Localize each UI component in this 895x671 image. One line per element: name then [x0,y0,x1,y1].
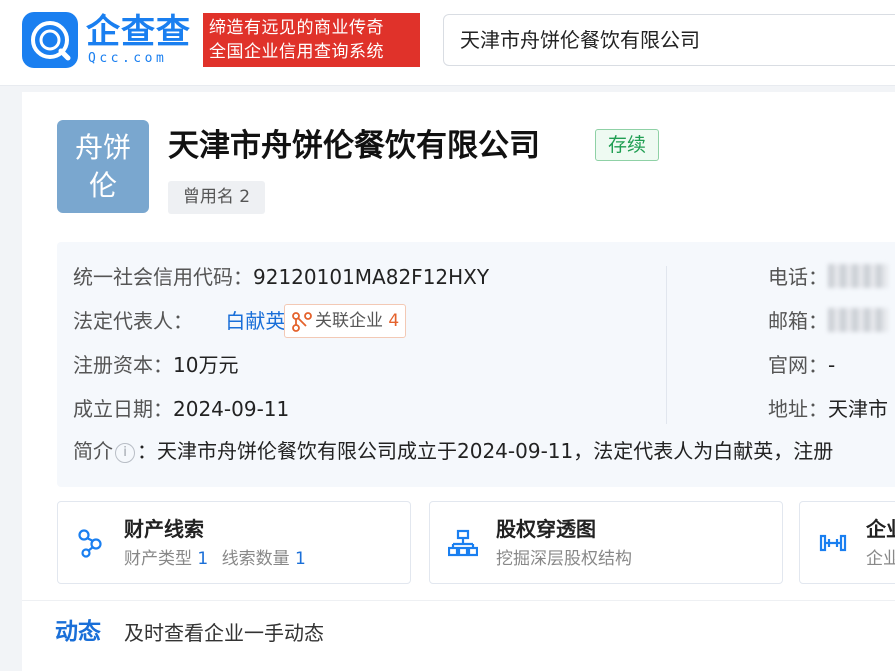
feature-subtitle: 财产类型 1 线索数量 1 [124,547,306,571]
property-type-label: 财产类型 [124,549,192,569]
former-names-button[interactable]: 曾用名 2 [168,181,265,214]
company-avatar: 舟饼 伦 [57,120,149,213]
intro-text: ：天津市舟饼伦餐饮有限公司成立于2024-09-11，法定代表人为白献英，注册 [137,439,834,463]
company-name: 天津市舟饼伦餐饮有限公司 [168,128,540,164]
intro-label: 简介 [73,439,113,463]
logo-domain: Qcc.com [88,51,168,66]
website-row: 官网：- [768,351,835,379]
founded-label: 成立日期： [73,397,173,421]
feature-subtitle: 企业 [866,549,895,569]
credit-code-row: 统一社会信用代码：92120101MA82F12HXY [73,263,489,291]
status-badge: 存续 [595,129,659,161]
slogan-line-1: 缔造有远见的商业传奇 [209,18,384,38]
email-value-blurred [828,308,888,332]
email-label: 邮箱： [768,309,828,333]
phone-label: 电话： [768,265,828,289]
info-divider [666,266,667,424]
founded-row: 成立日期：2024-09-11 [73,395,289,423]
feature-subtitle: 挖掘深层股权结构 [496,549,632,569]
property-type-count: 1 [197,549,209,569]
related-companies-button[interactable]: 关联企业 4 [284,304,407,338]
related-companies-label: 关联企业 [315,311,383,331]
avatar-line-2: 伦 [88,169,117,202]
phone-value-blurred [828,264,888,288]
capital-label: 注册资本： [73,353,173,377]
founded-value: 2024-09-11 [173,397,290,421]
dynamics-title[interactable]: 动态 [55,617,101,647]
feature-title: 企业 [866,517,895,541]
legal-rep-row: 法定代表人： 白献英 [73,307,285,335]
credit-code-value[interactable]: 92120101MA82F12HXY [253,265,489,289]
email-row: 邮箱： [768,307,888,335]
website-label: 官网： [768,353,828,377]
credit-code-label: 统一社会信用代码： [73,265,253,289]
phone-row: 电话： [768,263,888,291]
website-value: - [828,353,836,377]
qcc-logo-icon[interactable] [22,12,78,68]
intro-row: 简介 i ：天津市舟饼伦餐饮有限公司成立于2024-09-11，法定代表人为白献英，… [73,437,833,465]
capital-row: 注册资本：10万元 [73,351,238,379]
logo-text[interactable]: 企查查 [86,12,191,52]
legal-rep-link[interactable]: 白献英 [225,309,285,333]
search-input[interactable]: 天津市舟饼伦餐饮有限公司 [443,14,895,66]
clue-count-label: 线索数量 [221,549,290,569]
legal-rep-label: 法定代表人： [73,309,193,333]
address-value: 天津市 [828,397,888,421]
section-divider [22,600,895,601]
feature-title: 财产线索 [124,517,204,541]
clue-count: 1 [295,549,306,569]
property-clues-icon [78,529,102,558]
capital-value: 10万元 [173,353,239,377]
address-row: 地址：天津市 [768,395,888,423]
slogan-line-2: 全国企业信用查询系统 [209,42,384,62]
enterprise-graph-icon [819,534,847,552]
feature-card-equity-chart[interactable]: 股权穿透图 挖掘深层股权结构 [429,501,783,584]
slogan-banner: 缔造有远见的商业传奇 全国企业信用查询系统 [203,13,420,67]
feature-card-third[interactable]: 企业 企业 [799,501,895,584]
related-companies-icon [292,312,312,332]
related-companies-count: 4 [388,311,400,331]
equity-structure-icon [448,529,478,557]
address-label: 地址： [768,397,828,421]
top-bar: 企查查 Qcc.com 缔造有远见的商业传奇 全国企业信用查询系统 天津市舟饼伦… [0,0,895,86]
feature-card-property-clues[interactable]: 财产线索 财产类型 1 线索数量 1 [57,501,411,584]
feature-title: 股权穿透图 [496,517,596,541]
info-icon[interactable]: i [115,443,135,463]
avatar-line-1: 舟饼 [74,131,131,164]
dynamics-subtitle: 及时查看企业一手动态 [124,621,324,645]
